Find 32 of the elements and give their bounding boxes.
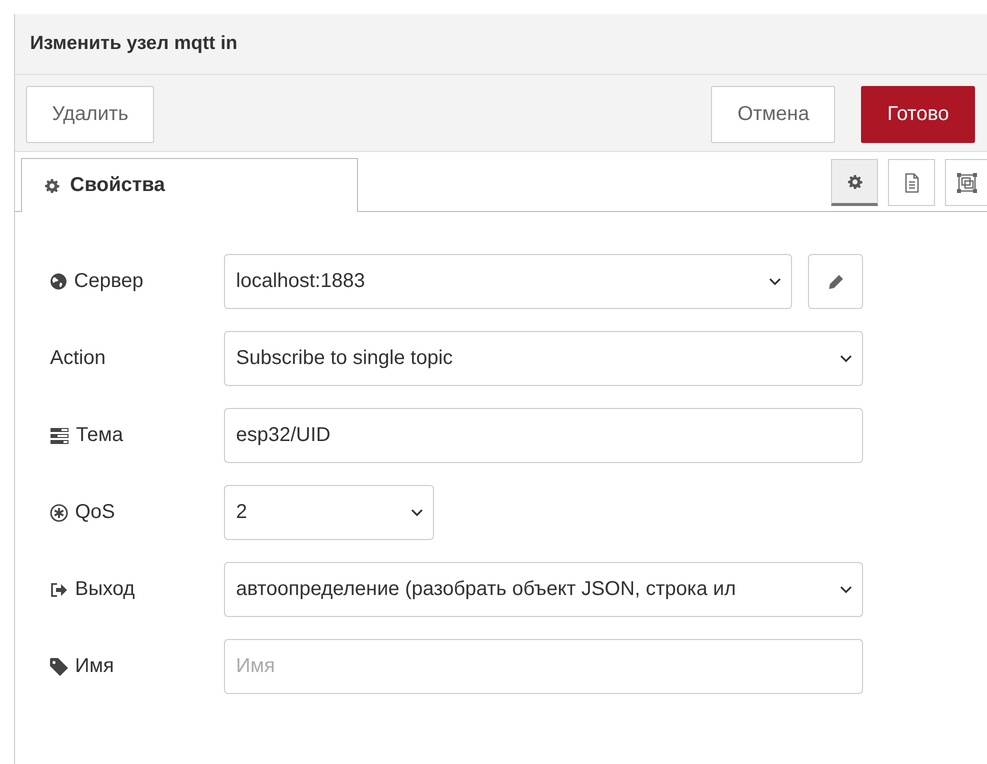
field-label: Выход <box>75 578 135 601</box>
field-label: Action <box>50 347 106 370</box>
dropdown[interactable]: Subscribe to single topic <box>224 331 863 386</box>
field-label: Тема <box>76 424 124 447</box>
pencil-icon <box>828 274 844 290</box>
input-field[interactable]: esp32/UID <box>224 408 863 463</box>
exit-arrow-icon <box>50 582 68 598</box>
field-label: QoS <box>75 501 116 524</box>
input-field[interactable]: Имя <box>224 639 863 694</box>
done-button[interactable]: Готово <box>861 86 975 142</box>
edit-button[interactable] <box>808 254 863 309</box>
gear-icon <box>44 178 60 194</box>
gear-icon[interactable] <box>831 159 878 206</box>
caret-icon <box>411 508 423 516</box>
cancel-button[interactable]: Отмена <box>711 86 836 142</box>
tag-icon <box>50 658 68 676</box>
globe-icon <box>50 273 67 290</box>
bars-icon <box>50 428 69 444</box>
delete-button[interactable]: Удалить <box>26 86 154 142</box>
caret-icon <box>840 354 852 362</box>
asterisk-circle-icon <box>50 504 68 522</box>
dropdown[interactable]: автоопределение (разобрать объект JSON, строка ил <box>224 562 863 617</box>
dialog-title: Изменить узел mqtt in <box>30 33 238 55</box>
field-label: Имя <box>75 655 114 678</box>
properties-tab[interactable]: Свойства <box>21 158 358 212</box>
field-label: Сервер <box>74 270 144 293</box>
caret-icon <box>840 586 852 594</box>
document-icon[interactable] <box>888 159 935 206</box>
dropdown[interactable]: localhost:1883 <box>224 254 792 309</box>
caret-icon <box>769 278 781 286</box>
dropdown[interactable]: 2 <box>224 485 434 540</box>
frame-icon[interactable] <box>945 159 987 206</box>
